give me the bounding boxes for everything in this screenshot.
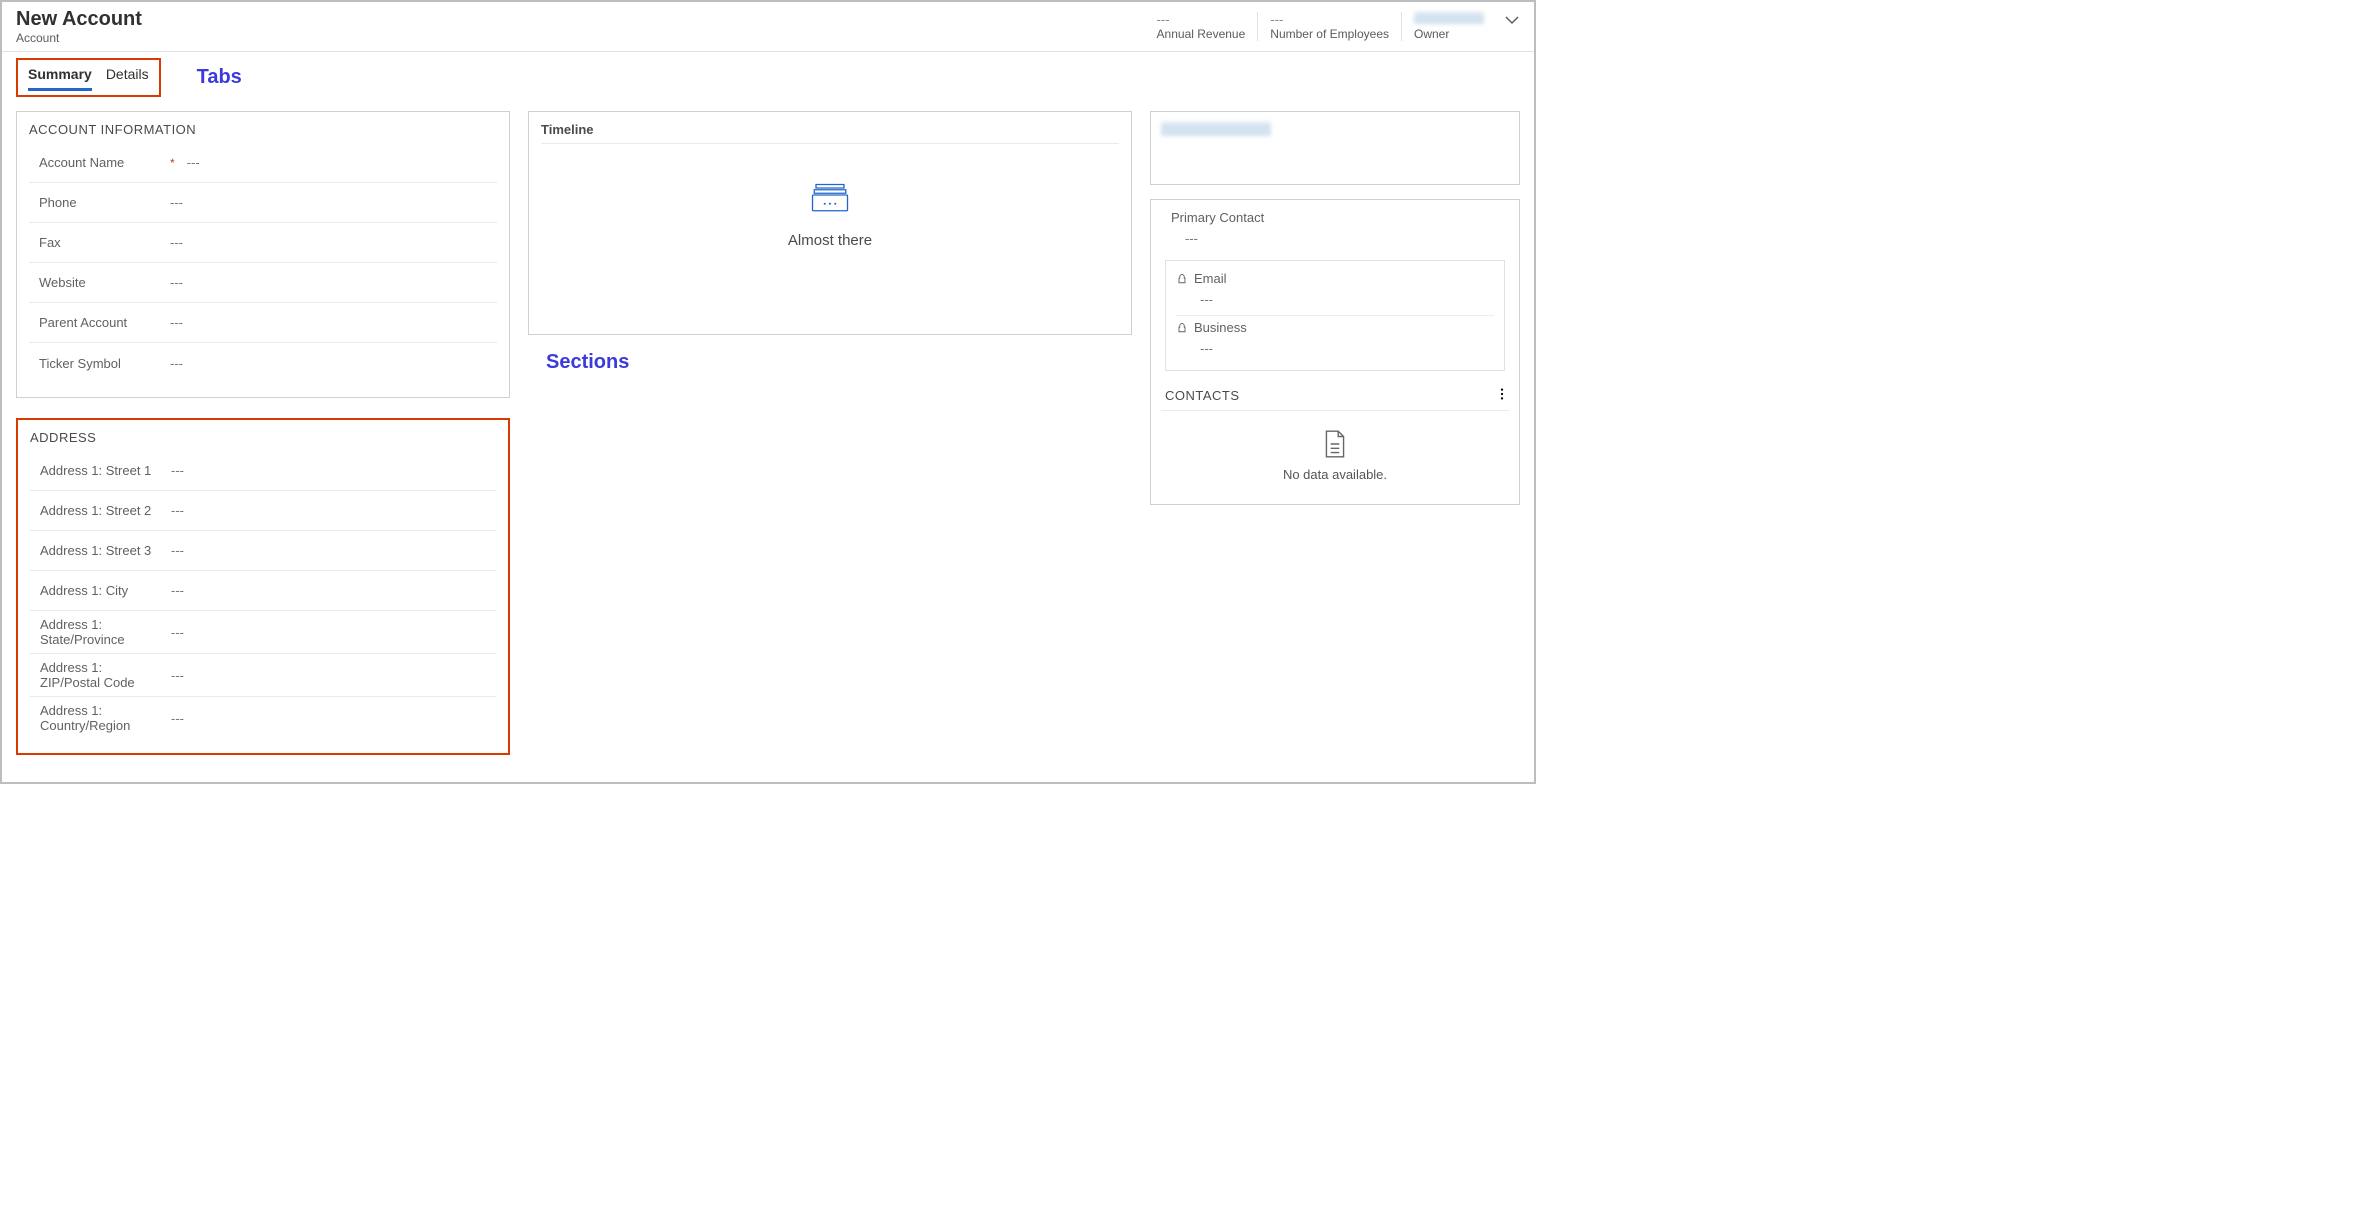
- folder-stack-icon: [809, 174, 851, 216]
- contacts-title: CONTACTS: [1165, 388, 1240, 403]
- field-label: Account Name: [29, 155, 164, 170]
- locked-business-value: ---: [1176, 335, 1494, 360]
- field-label: Website: [29, 275, 164, 290]
- tab-row: Summary Details Tabs: [2, 52, 1534, 97]
- timeline-empty-message: Almost there: [788, 232, 872, 249]
- left-column: ACCOUNT INFORMATION Account Name * --- P…: [16, 111, 510, 755]
- field-value: ---: [164, 315, 183, 330]
- primary-contact-label: Primary Contact: [1161, 210, 1509, 225]
- field-label: Address 1: Street 1: [30, 463, 165, 478]
- field-value: ---: [165, 463, 184, 478]
- field-value: ---: [181, 155, 200, 170]
- field-value: ---: [165, 711, 184, 726]
- header-expand-button[interactable]: [1496, 12, 1520, 28]
- field-address-country[interactable]: Address 1: Country/Region ---: [30, 697, 496, 739]
- header-field-label: Owner: [1414, 27, 1484, 41]
- header-field-label: Number of Employees: [1270, 27, 1389, 41]
- main-grid: ACCOUNT INFORMATION Account Name * --- P…: [2, 97, 1534, 755]
- header-field-annual-revenue[interactable]: --- Annual Revenue: [1145, 12, 1258, 41]
- header-field-value: ---: [1270, 12, 1389, 27]
- contacts-header: CONTACTS: [1161, 377, 1509, 411]
- section-title: Timeline: [541, 122, 1119, 144]
- field-ticker-symbol[interactable]: Ticker Symbol ---: [29, 343, 497, 383]
- field-label: Address 1: City: [30, 583, 165, 598]
- tab-details[interactable]: Details: [106, 64, 149, 91]
- field-label: Parent Account: [29, 315, 164, 330]
- field-label: Address 1: Street 2: [30, 503, 165, 518]
- chevron-down-icon: [1504, 12, 1520, 28]
- section-title: ACCOUNT INFORMATION: [29, 122, 497, 137]
- middle-column: Timeline Almost there Sections: [528, 111, 1132, 374]
- section-address: ADDRESS Address 1: Street 1 --- Address …: [16, 418, 510, 755]
- field-address-zip[interactable]: Address 1: ZIP/Postal Code ---: [30, 654, 496, 697]
- field-account-name[interactable]: Account Name * ---: [29, 143, 497, 183]
- header-field-num-employees[interactable]: --- Number of Employees: [1257, 12, 1401, 41]
- field-value: ---: [165, 503, 184, 518]
- owner-placeholder: [1414, 12, 1484, 24]
- field-value: ---: [164, 356, 183, 371]
- tabs-highlight-box: Summary Details: [16, 58, 161, 97]
- field-address-city[interactable]: Address 1: City ---: [30, 571, 496, 611]
- locked-email-row: Email: [1176, 267, 1494, 286]
- section-timeline: Timeline Almost there: [528, 111, 1132, 335]
- header-field-owner[interactable]: Owner: [1401, 12, 1496, 41]
- right-top-card: [1150, 111, 1520, 185]
- header-field-value: [1414, 12, 1484, 27]
- contacts-empty-state: No data available.: [1161, 411, 1509, 490]
- timeline-empty-state: Almost there: [541, 174, 1119, 249]
- entity-name: Account: [16, 31, 142, 45]
- contacts-more-button[interactable]: [1495, 387, 1509, 404]
- field-label: Fax: [29, 235, 164, 250]
- field-label: Address 1: ZIP/Postal Code: [30, 660, 165, 690]
- field-label: Address 1: Country/Region: [30, 703, 165, 733]
- header-field-label: Annual Revenue: [1157, 27, 1246, 41]
- field-value: ---: [164, 195, 183, 210]
- lock-icon: [1176, 273, 1188, 285]
- field-value: ---: [165, 668, 184, 683]
- field-value: ---: [164, 275, 183, 290]
- redacted-text: [1161, 122, 1271, 136]
- field-value: ---: [164, 235, 183, 250]
- lock-icon: [1176, 322, 1188, 334]
- header-field-value: ---: [1157, 12, 1246, 27]
- field-website[interactable]: Website ---: [29, 263, 497, 303]
- field-label: Address 1: State/Province: [30, 617, 165, 647]
- field-value: ---: [165, 583, 184, 598]
- header-left: New Account Account: [16, 8, 142, 45]
- right-column: Primary Contact --- Email --- Business -…: [1150, 111, 1520, 505]
- field-address-street1[interactable]: Address 1: Street 1 ---: [30, 451, 496, 491]
- form-header: New Account Account --- Annual Revenue -…: [2, 2, 1534, 52]
- locked-label: Business: [1194, 320, 1247, 335]
- primary-contact-value[interactable]: ---: [1161, 225, 1509, 256]
- required-indicator: *: [164, 156, 181, 170]
- tab-summary[interactable]: Summary: [28, 64, 92, 91]
- locked-email-value: ---: [1176, 286, 1494, 311]
- header-right: --- Annual Revenue --- Number of Employe…: [1145, 8, 1520, 41]
- field-label: Phone: [29, 195, 164, 210]
- contacts-empty-message: No data available.: [1283, 467, 1387, 482]
- field-phone[interactable]: Phone ---: [29, 183, 497, 223]
- field-value: ---: [165, 625, 184, 640]
- right-main-card: Primary Contact --- Email --- Business -…: [1150, 199, 1520, 505]
- field-label: Ticker Symbol: [29, 356, 164, 371]
- locked-business-row: Business: [1176, 316, 1494, 335]
- annotation-tabs: Tabs: [197, 66, 242, 89]
- locked-contact-details: Email --- Business ---: [1165, 260, 1505, 371]
- section-title: ADDRESS: [30, 430, 496, 445]
- field-label: Address 1: Street 3: [30, 543, 165, 558]
- field-value: ---: [165, 543, 184, 558]
- field-parent-account[interactable]: Parent Account ---: [29, 303, 497, 343]
- field-address-street2[interactable]: Address 1: Street 2 ---: [30, 491, 496, 531]
- field-address-state[interactable]: Address 1: State/Province ---: [30, 611, 496, 654]
- page-title: New Account: [16, 8, 142, 31]
- annotation-sections: Sections: [528, 351, 1132, 374]
- locked-label: Email: [1194, 271, 1227, 286]
- field-fax[interactable]: Fax ---: [29, 223, 497, 263]
- section-account-information: ACCOUNT INFORMATION Account Name * --- P…: [16, 111, 510, 398]
- document-icon: [1322, 429, 1348, 459]
- field-address-street3[interactable]: Address 1: Street 3 ---: [30, 531, 496, 571]
- more-vertical-icon: [1495, 387, 1509, 401]
